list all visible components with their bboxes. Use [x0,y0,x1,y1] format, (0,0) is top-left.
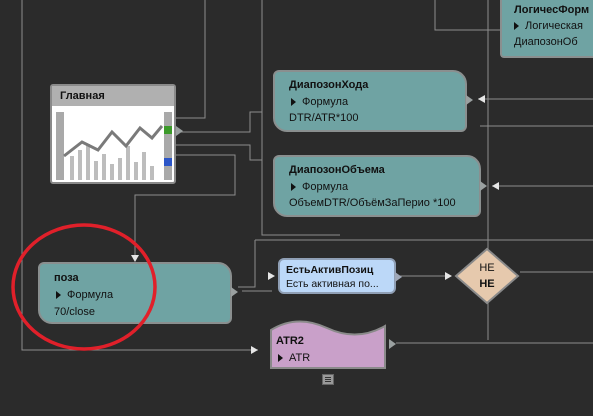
output-port[interactable] [389,339,396,349]
arrow-head [492,182,499,190]
node-not-diamond[interactable] [452,246,522,306]
node-type: Формула [291,96,348,108]
expand-triangle-icon[interactable] [291,98,296,107]
connection-line [175,144,262,161]
node-header: Главная [52,86,174,106]
node-est-aktiv-pozic[interactable]: ЕстьАктивПозиц Есть активная по... [278,258,396,294]
node-value: ДиапозонОб [514,36,578,48]
output-port[interactable] [395,272,402,282]
node-logic-formula[interactable]: ЛогичесФорм Логическая ДиапозонОб [500,0,593,58]
mini-chart-icon [56,112,172,180]
node-value: DTR/ATR*100 [289,112,359,124]
node-title: ДиапозонОбъема [289,164,385,176]
node-not-bottom-label: НЕ [479,278,495,290]
node-title: ЛогичесФорм [514,4,590,16]
menu-icon[interactable] [322,374,334,385]
node-value: 70/close [54,306,95,318]
node-title: Главная [60,90,105,102]
connection-line [175,111,262,133]
node-type: Формула [291,181,348,193]
output-port[interactable] [466,95,473,105]
node-not-top-label: НЕ [479,262,495,274]
connection-line [238,240,256,288]
expand-triangle-icon[interactable] [514,22,519,31]
output-port[interactable] [231,287,238,297]
node-type: ATR [278,352,310,364]
connection-line [175,0,206,119]
output-port[interactable] [176,126,183,136]
arrow-head [478,95,485,103]
arrow-head [251,346,258,354]
arrow-head [131,255,139,262]
node-poza[interactable]: поза Формула 70/close [38,262,232,324]
node-diapozon-hoda[interactable]: ДиапозонХода Формула DTR/ATR*100 [273,70,467,132]
node-value: ОбъемDTR/ОбъёмЗаПерио *100 [289,197,456,209]
node-type: Формула [56,289,113,301]
expand-triangle-icon[interactable] [56,291,61,300]
node-type: Логическая [514,20,583,32]
expand-triangle-icon[interactable] [291,183,296,192]
node-title: ДиапозонХода [289,79,369,91]
arrow-head [445,272,452,280]
node-diapozon-obema[interactable]: ДиапозонОбъема Формула ОбъемDTR/ОбъёмЗаП… [273,155,481,217]
connection-line [434,0,500,31]
node-title: ATR2 [276,335,304,347]
node-atr2[interactable]: ATR2 ATR [267,318,389,372]
expand-triangle-icon[interactable] [278,354,283,363]
output-port[interactable] [480,181,487,191]
node-value: Есть активная по... [286,278,379,290]
arrow-head [268,272,275,280]
node-main[interactable]: Главная [50,84,176,184]
node-title: ЕстьАктивПозиц [286,264,374,276]
node-title: поза [54,272,79,284]
